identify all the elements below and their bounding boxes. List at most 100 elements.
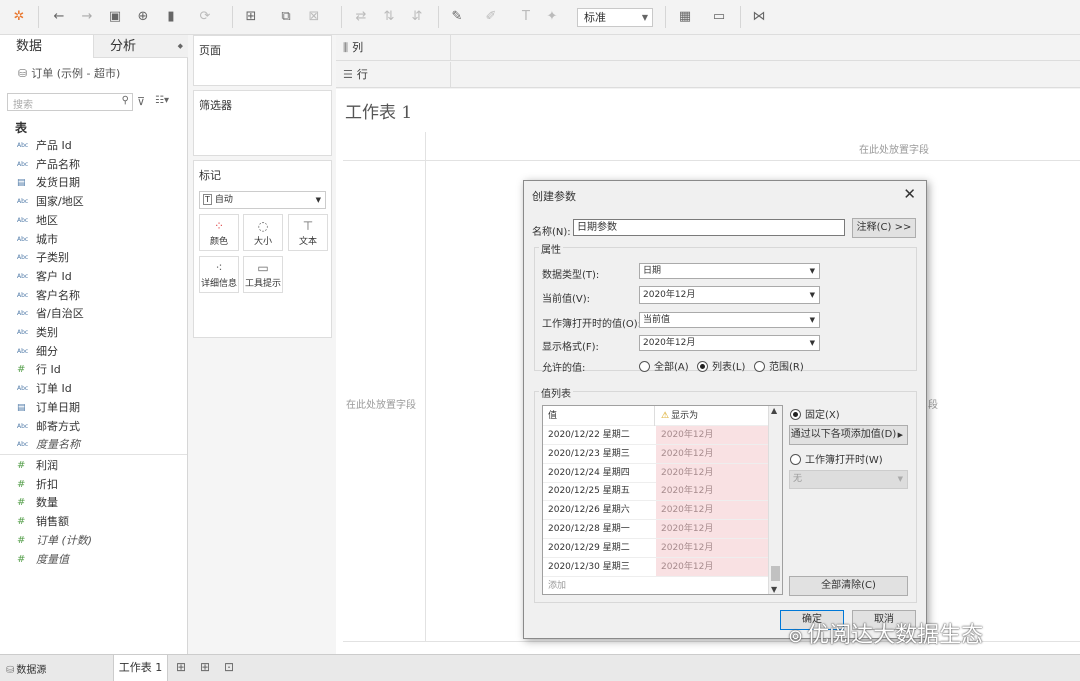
field-item[interactable]: Abc 客户名称	[0, 287, 187, 305]
field-item[interactable]: # 度量值	[0, 551, 187, 569]
field-item[interactable]: ▤ 订单日期	[0, 399, 187, 417]
save-icon[interactable]: ▣	[106, 8, 124, 26]
field-item[interactable]: Abc 细分	[0, 343, 187, 361]
swap-icon[interactable]: ⇄	[352, 8, 370, 26]
current-value-select[interactable]: 2020年12月 ▼	[639, 286, 820, 304]
rows-shelf[interactable]: ☰ 行	[336, 62, 1080, 88]
field-item[interactable]: # 行 Id	[0, 361, 187, 379]
field-item[interactable]: Abc 城市	[0, 231, 187, 249]
row-display[interactable]: 2020年12月	[656, 426, 769, 444]
new-datasource-icon[interactable]: ⊕	[134, 8, 152, 26]
scrollbar[interactable]: ▲ ▼	[768, 406, 782, 594]
worksheet-title[interactable]: 工作表 1	[345, 98, 412, 123]
field-item[interactable]: ▤ 发货日期	[0, 174, 187, 192]
scroll-thumb[interactable]	[771, 566, 780, 581]
allowed-list-radio[interactable]: 列表(L)	[697, 358, 745, 373]
clear-icon[interactable]: ⊠	[305, 8, 323, 26]
sort-desc-icon[interactable]: ⇵	[408, 8, 426, 26]
drop-zone-rows[interactable]: 在此处放置字段	[346, 396, 416, 411]
row-value[interactable]: 2020/12/22 星期二	[548, 426, 630, 444]
pages-card[interactable]: 页面	[193, 35, 332, 86]
row-value[interactable]: 2020/12/28 星期一	[548, 520, 630, 538]
label-icon[interactable]: T	[517, 8, 535, 26]
display-format-select[interactable]: 2020年12月 ▼	[639, 335, 820, 351]
datasource-item[interactable]: ⛁ 订单 (示例 - 超市)	[18, 65, 120, 81]
row-value[interactable]: 2020/12/23 星期三	[548, 445, 630, 463]
row-display[interactable]: 2020年12月	[656, 482, 769, 501]
tooltip-button[interactable]: ▭ 工具提示	[243, 256, 283, 293]
fixed-radio[interactable]: 固定(X)	[790, 406, 840, 421]
row-display[interactable]: 2020年12月	[656, 557, 769, 576]
field-item[interactable]: Abc 类别	[0, 324, 187, 342]
share-icon[interactable]: ⋈	[750, 8, 768, 26]
datasource-tab[interactable]: ⛁ 数据源	[6, 661, 46, 676]
clear-all-button[interactable]: 全部清除(C)	[789, 576, 908, 596]
comment-button[interactable]: 注释(C) >>	[852, 218, 916, 238]
mark-type-select[interactable]: T 自动 ▼	[199, 191, 326, 209]
new-sheet-icon[interactable]: ⊞	[176, 660, 186, 674]
table-row[interactable]: 2020/12/29 星期二 2020年12月	[543, 538, 769, 558]
search-input[interactable]: 搜索 ⚲	[7, 93, 133, 111]
row-value[interactable]: 2020/12/30 星期三	[548, 558, 630, 576]
field-item[interactable]: # 订单 (计数)	[0, 532, 187, 550]
row-display[interactable]: 2020年12月	[656, 501, 769, 520]
row-value[interactable]: 2020/12/24 星期四	[548, 464, 630, 482]
workbook-open-select[interactable]: 当前值 ▼	[639, 312, 820, 328]
pause-updates-icon[interactable]: ▮	[162, 8, 180, 26]
sheet-tab-active[interactable]: 工作表 1	[113, 655, 168, 681]
tableau-logo-icon[interactable]: ✲	[10, 8, 28, 26]
redo-icon[interactable]: →	[78, 8, 96, 26]
drop-zone-columns[interactable]: 在此处放置字段	[859, 141, 929, 156]
fix-axes-icon[interactable]: ✦	[543, 8, 561, 26]
field-item[interactable]: Abc 省/自治区	[0, 305, 187, 323]
columns-shelf[interactable]: ⫼ 列	[336, 35, 1080, 61]
name-input[interactable]: 日期参数	[573, 219, 845, 236]
refresh-icon[interactable]: ⟳	[196, 8, 214, 26]
new-worksheet-icon[interactable]: ⊞	[242, 8, 260, 26]
close-icon[interactable]: ✕	[903, 185, 916, 203]
filters-card[interactable]: 筛选器	[193, 90, 332, 156]
allowed-all-radio[interactable]: 全部(A)	[639, 358, 689, 373]
new-story-icon[interactable]: ⊡	[224, 660, 234, 674]
scroll-down-icon[interactable]: ▼	[771, 585, 777, 594]
new-dashboard-icon[interactable]: ⊞	[200, 660, 210, 674]
undo-icon[interactable]: ←	[50, 8, 68, 26]
row-value[interactable]: 2020/12/26 星期六	[548, 501, 630, 519]
when-open-radio[interactable]: 工作簿打开时(W)	[790, 451, 883, 466]
field-item[interactable]: Abc 度量名称	[0, 436, 187, 454]
pane-menu-icon[interactable]: ◆	[178, 35, 183, 58]
datatype-select[interactable]: 日期 ▼	[639, 263, 820, 279]
allowed-range-radio[interactable]: 范围(R)	[754, 358, 804, 373]
sort-asc-icon[interactable]: ⇅	[380, 8, 398, 26]
table-row[interactable]: 2020/12/22 星期二 2020年12月	[543, 426, 769, 445]
row-display[interactable]: 2020年12月	[656, 444, 769, 463]
field-item[interactable]: Abc 国家/地区	[0, 193, 187, 211]
table-row[interactable]: 2020/12/25 星期五 2020年12月	[543, 482, 769, 502]
highlight-icon[interactable]: ✎	[448, 8, 466, 26]
add-values-from-button[interactable]: 通过以下各项添加值(D) ▶	[789, 425, 908, 445]
field-item[interactable]: Abc 订单 Id	[0, 380, 187, 398]
text-button[interactable]: ⊤ 文本	[288, 214, 328, 251]
fit-select[interactable]: 标准 ▼	[577, 8, 653, 27]
field-item[interactable]: # 数量	[0, 494, 187, 512]
row-display[interactable]: 2020年12月	[656, 463, 769, 482]
table-row[interactable]: 2020/12/26 星期六 2020年12月	[543, 501, 769, 521]
field-item[interactable]: # 折扣	[0, 476, 187, 494]
display-column-header[interactable]: ⚠ 显示为	[661, 407, 698, 425]
color-button[interactable]: ⁘ 颜色	[199, 214, 239, 251]
row-value[interactable]: 2020/12/29 星期二	[548, 539, 630, 557]
value-column-header[interactable]: 值	[548, 407, 557, 425]
tab-data[interactable]: 数据	[0, 35, 94, 58]
field-item[interactable]: Abc 产品名称	[0, 156, 187, 174]
field-item[interactable]: Abc 客户 Id	[0, 268, 187, 286]
size-button[interactable]: ◌ 大小	[243, 214, 283, 251]
duplicate-icon[interactable]: ⧉	[277, 8, 295, 26]
field-item[interactable]: Abc 地区	[0, 212, 187, 230]
show-me-icon[interactable]: ▦	[676, 8, 694, 26]
field-item[interactable]: # 利润	[0, 457, 187, 475]
row-value[interactable]: 2020/12/25 星期五	[548, 482, 630, 500]
scroll-up-icon[interactable]: ▲	[771, 406, 777, 415]
view-options-icon[interactable]: ☷▾	[155, 95, 169, 106]
drop-zone-body[interactable]: 段	[928, 396, 938, 411]
field-item[interactable]: Abc 子类别	[0, 249, 187, 267]
